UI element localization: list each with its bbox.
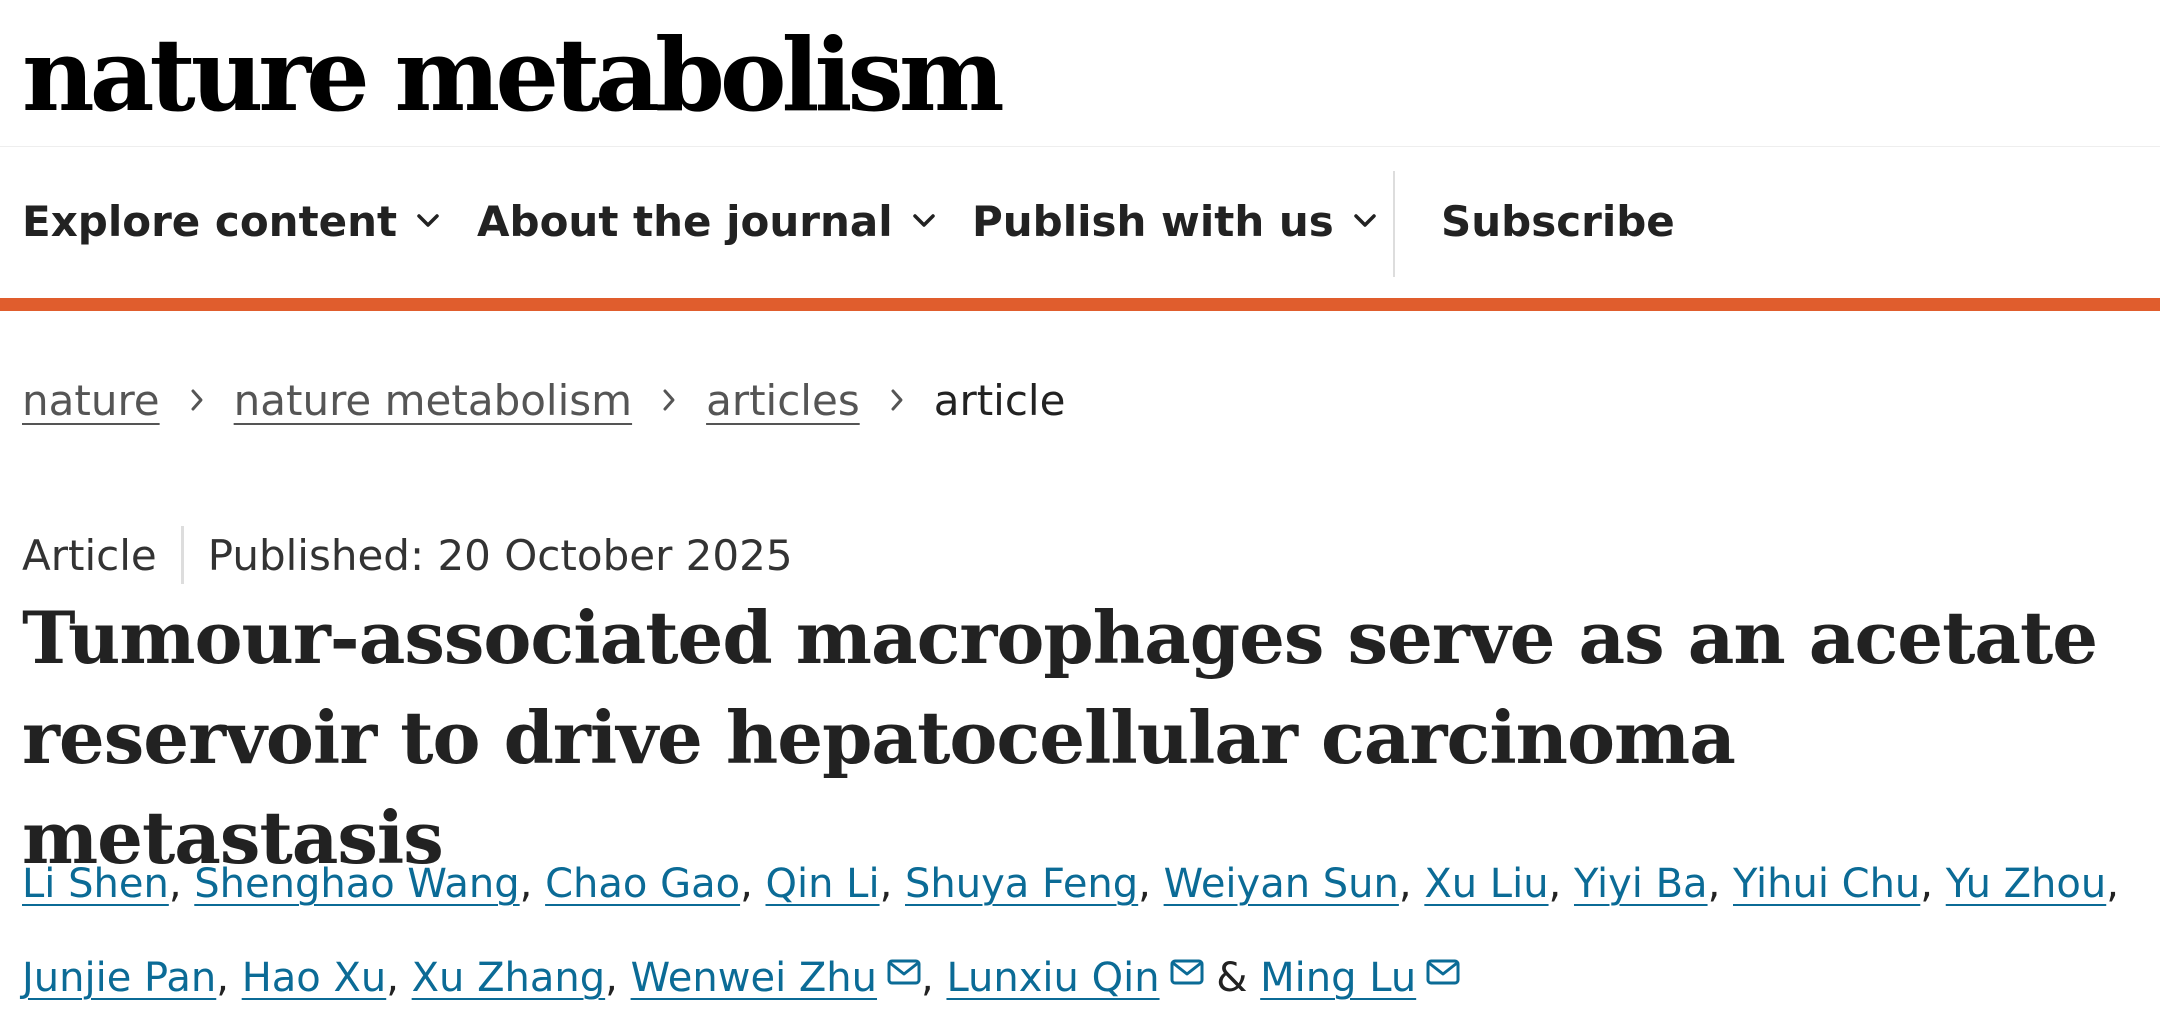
meta-divider xyxy=(180,526,184,584)
author-link[interactable]: Qin Li xyxy=(766,861,880,907)
author-separator-last: & xyxy=(1203,955,1261,1001)
article-meta: Article Published: 20 October 2025 xyxy=(22,525,793,585)
author-separator: , xyxy=(740,861,766,907)
mail-icon[interactable] xyxy=(887,928,921,1016)
author-separator: , xyxy=(1707,861,1733,907)
chevron-down-icon xyxy=(417,214,439,228)
nav-subscribe[interactable]: Subscribe xyxy=(1441,146,1675,296)
author-list: Li Shen, Shenghao Wang, Chao Gao, Qin Li… xyxy=(22,840,2132,1022)
author-link[interactable]: Shuya Feng xyxy=(905,861,1138,907)
mail-icon[interactable] xyxy=(1426,928,1460,1016)
main-nav: Explore content About the journal Publis… xyxy=(0,146,2160,296)
published-date: Published: 20 October 2025 xyxy=(207,530,793,580)
mail-icon[interactable] xyxy=(1170,928,1204,1016)
author-link[interactable]: Xu Liu xyxy=(1424,861,1548,907)
nav-publish-label: Publish with us xyxy=(972,196,1334,246)
breadcrumb-link-journal[interactable]: nature metabolism xyxy=(234,376,632,425)
author-separator: , xyxy=(1398,861,1425,907)
author-separator: , xyxy=(1548,861,1574,907)
author-link[interactable]: Ming Lu xyxy=(1260,955,1416,1001)
author-link[interactable]: Chao Gao xyxy=(545,861,740,907)
nav-accent-bar xyxy=(0,298,2160,311)
breadcrumb-link-articles[interactable]: articles xyxy=(706,376,860,425)
nav-about-label: About the journal xyxy=(477,196,893,246)
nav-explore-content[interactable]: Explore content xyxy=(22,146,439,296)
author-link[interactable]: Weiyan Sun xyxy=(1164,861,1399,907)
chevron-down-icon xyxy=(912,214,935,228)
author-separator: , xyxy=(879,861,905,907)
author-link[interactable]: Wenwei Zhu xyxy=(631,955,877,1001)
author-link[interactable]: Yihui Chu xyxy=(1733,861,1920,907)
nav-publish-with-us[interactable]: Publish with us xyxy=(972,146,1376,296)
author-separator: , xyxy=(1920,861,1946,907)
author-link[interactable]: Hao Xu xyxy=(242,955,387,1001)
author-separator: , xyxy=(605,955,631,1001)
author-separator: , xyxy=(2106,861,2119,907)
breadcrumb-link-nature[interactable]: nature xyxy=(22,376,160,425)
chevron-right-icon xyxy=(890,388,904,412)
author-link[interactable]: Junjie Pan xyxy=(22,955,216,1001)
author-separator: , xyxy=(168,861,195,907)
article-type: Article xyxy=(22,530,157,580)
breadcrumb-current: article xyxy=(933,375,1066,425)
breadcrumb: nature nature metabolism articles articl… xyxy=(22,370,1065,430)
author-separator: , xyxy=(921,955,947,1001)
nav-about-journal[interactable]: About the journal xyxy=(477,146,935,296)
author-separator: , xyxy=(216,955,242,1001)
chevron-down-icon xyxy=(1354,214,1376,228)
author-separator: , xyxy=(519,861,546,907)
author-link[interactable]: Li Shen xyxy=(22,861,169,907)
chevron-right-icon xyxy=(190,388,204,412)
author-link[interactable]: Yu Zhou xyxy=(1946,861,2107,907)
author-link[interactable]: Lunxiu Qin xyxy=(946,955,1159,1001)
header-logo-bar: nature metabolism xyxy=(0,0,2160,147)
author-separator: , xyxy=(386,955,412,1001)
nav-explore-label: Explore content xyxy=(22,196,398,246)
author-link[interactable]: Yiyi Ba xyxy=(1574,861,1708,907)
nav-divider xyxy=(1393,171,1395,277)
author-link[interactable]: Shenghao Wang xyxy=(194,861,519,907)
author-separator: , xyxy=(1138,861,1164,907)
site-logo[interactable]: nature metabolism xyxy=(22,10,1005,140)
author-link[interactable]: Xu Zhang xyxy=(412,955,605,1001)
chevron-right-icon xyxy=(662,388,676,412)
